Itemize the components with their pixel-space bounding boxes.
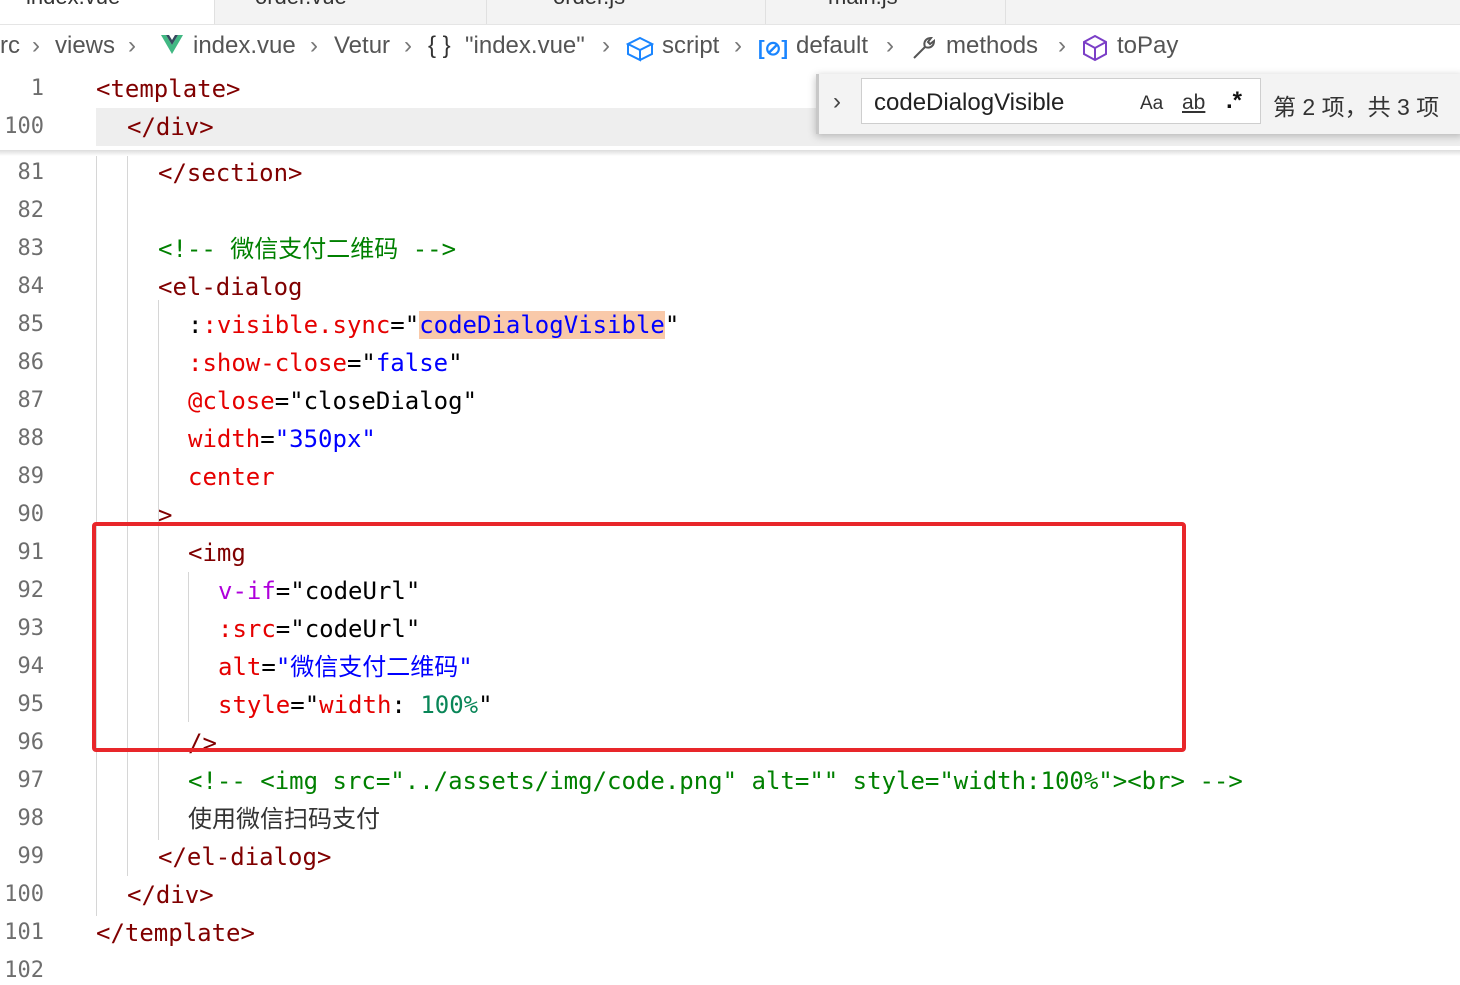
find-result-count: 第 2 项，共 3 项	[1273, 94, 1440, 120]
code-line-85: ::visible.sync="codeDialogVisible"	[188, 311, 680, 339]
chevron-right-icon: ›	[310, 32, 318, 59]
tab-label: order.js	[553, 0, 625, 10]
sticky-shadow	[0, 150, 1460, 156]
line-number: 100	[4, 114, 44, 139]
breadcrumb-item-script[interactable]: script	[662, 32, 719, 60]
chevron-right-icon: ›	[1058, 32, 1066, 59]
line-number: 89	[17, 464, 45, 489]
line-number: 102	[4, 958, 44, 983]
breadcrumb-item-index-vue[interactable]: index.vue	[193, 32, 296, 60]
line-number: 100	[4, 882, 44, 907]
code-line-89: center	[188, 463, 275, 491]
line-number: 1	[30, 76, 44, 101]
tab-label: index.vue	[26, 0, 120, 10]
line-number: 97	[17, 768, 45, 793]
line-number: 91	[17, 540, 45, 565]
sticky-line[interactable]: </div>	[127, 112, 214, 142]
line-number: 94	[17, 654, 45, 679]
code-line-99: </el-dialog>	[158, 843, 332, 871]
whole-word-icon[interactable]: ab	[1182, 91, 1205, 115]
code-line-88: width="350px"	[188, 425, 376, 453]
chevron-right-icon: ›	[886, 32, 894, 59]
line-number: 81	[17, 160, 45, 185]
attr-value: false	[375, 349, 449, 377]
code-line-84: <el-dialog	[158, 273, 303, 301]
line-number: 83	[17, 236, 45, 261]
code-line-101: </template>	[96, 919, 255, 947]
breadcrumb-item-vetur[interactable]: Vetur	[334, 32, 390, 60]
breadcrumb-item-index-string[interactable]: "index.vue"	[465, 32, 585, 60]
sticky-line[interactable]: <template>	[96, 74, 241, 104]
tab-order-js[interactable]: order.js	[487, 0, 766, 24]
tab-main-js[interactable]: main.js	[766, 0, 1006, 24]
line-number: 86	[17, 350, 45, 375]
code-line-98: 使用微信扫码支付	[188, 805, 380, 833]
chevron-right-icon: ›	[734, 32, 742, 59]
annotation-highlight-box	[92, 522, 1186, 752]
breadcrumb-item-src[interactable]: src	[0, 32, 20, 60]
breadcrumb-item-views[interactable]: views	[55, 32, 115, 60]
attr-name: :visible.sync	[202, 311, 391, 339]
code-line-97: <!-- <img src="../assets/img/code.png" a…	[188, 767, 1243, 795]
line-number: 90	[17, 502, 45, 527]
line-number: 88	[17, 426, 45, 451]
line-number: 99	[17, 844, 45, 869]
code-line-87: @close="closeDialog"	[188, 387, 478, 415]
attr-name: :show-close	[188, 349, 347, 377]
chevron-right-icon: ›	[128, 32, 136, 59]
cube-icon	[1082, 34, 1108, 69]
vue-icon	[160, 34, 184, 63]
breadcrumb-item-methods[interactable]: methods	[946, 32, 1038, 60]
line-number: 101	[4, 920, 44, 945]
search-match-highlight: codeDialogVisible	[419, 311, 665, 339]
indent-guide	[127, 156, 128, 876]
breadcrumb-item-topay[interactable]: toPay	[1117, 32, 1178, 60]
attr-name: @close	[188, 387, 275, 415]
find-input[interactable]: codeDialogVisible	[874, 89, 1064, 117]
find-widget: › codeDialogVisible Aa ab .* 第 2 项，共 3 项	[816, 74, 1460, 134]
line-number: 93	[17, 616, 45, 641]
regex-icon[interactable]: .*	[1226, 87, 1242, 115]
chevron-right-icon: ›	[602, 32, 610, 59]
line-number: 95	[17, 692, 45, 717]
tab-order-vue[interactable]: order.vue	[215, 0, 487, 24]
breadcrumb-item-default[interactable]: default	[796, 32, 868, 60]
bracket-icon: [⊘]	[758, 38, 789, 60]
tab-bar: index.vue order.vue order.js main.js	[0, 0, 1460, 25]
attr-name: width	[188, 425, 261, 453]
code-line-83: <!-- 微信支付二维码 -->	[158, 235, 457, 263]
chevron-right-icon: ›	[404, 32, 412, 59]
tab-index-vue[interactable]: index.vue	[0, 0, 215, 24]
line-number: 85	[17, 312, 45, 337]
wrench-icon	[910, 34, 938, 69]
line-number: 98	[17, 806, 45, 831]
line-number: 82	[17, 198, 45, 223]
chevron-right-icon[interactable]: ›	[833, 88, 841, 116]
chevron-right-icon: ›	[32, 32, 40, 59]
line-number: 92	[17, 578, 45, 603]
code-line-86: :show-close="false"	[188, 349, 463, 377]
code-line-100: </div>	[127, 881, 214, 909]
attr-value: closeDialog	[303, 387, 463, 415]
tab-label: order.vue	[255, 0, 347, 10]
line-number: 87	[17, 388, 45, 413]
cube-icon	[625, 36, 655, 69]
breadcrumb: src › views › index.vue › Vetur › { } "i…	[0, 30, 1460, 70]
line-number: 84	[17, 274, 45, 299]
line-number: 96	[17, 730, 45, 755]
braces-icon: { }	[428, 32, 451, 59]
match-case-icon[interactable]: Aa	[1140, 93, 1163, 115]
code-line-81: </section>	[158, 159, 303, 187]
find-input-box[interactable]: codeDialogVisible Aa ab .*	[861, 78, 1261, 124]
attr-value: "350px"	[274, 425, 376, 453]
tab-label: main.js	[828, 0, 898, 10]
